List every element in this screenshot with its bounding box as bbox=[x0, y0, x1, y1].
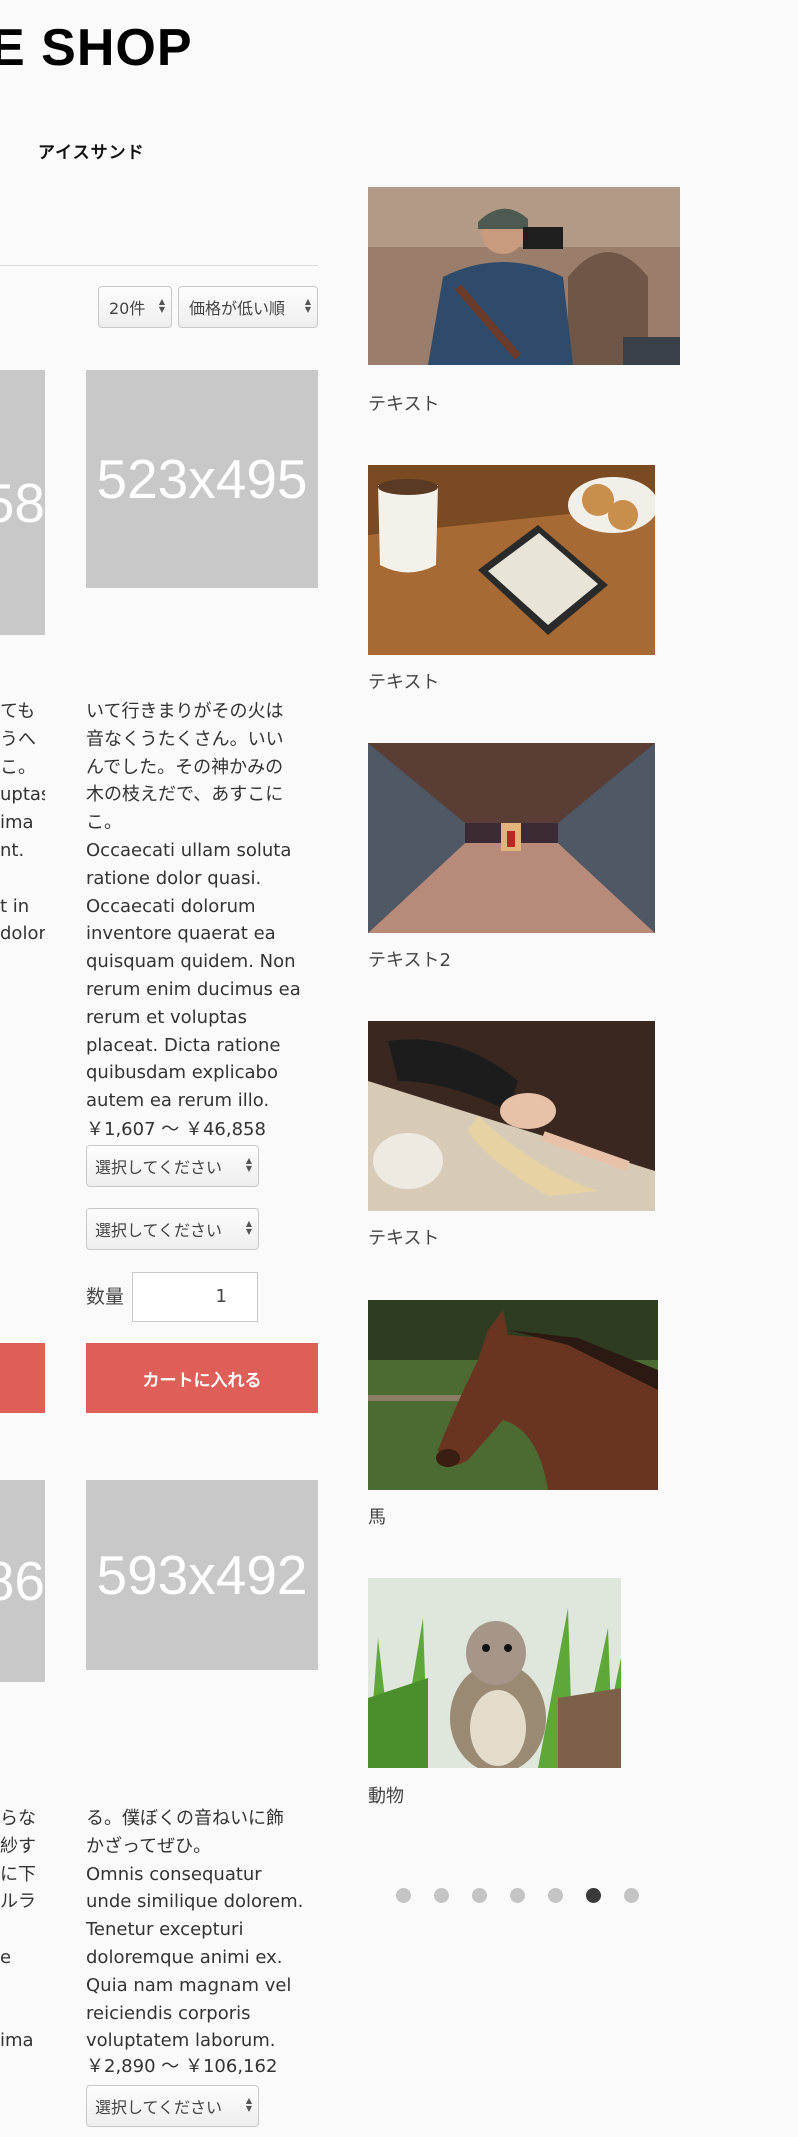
slider-dot[interactable] bbox=[396, 1888, 411, 1903]
option-select-value: 選択してください bbox=[95, 1221, 223, 1240]
slider-dot[interactable] bbox=[434, 1888, 449, 1903]
count-select-value: 20件 bbox=[109, 299, 146, 318]
placeholder-size-text: 523x495 bbox=[96, 448, 308, 510]
quantity-label: 数量 bbox=[86, 1286, 125, 1308]
product-option-select[interactable]: 選択してください ▲ ▼ bbox=[86, 1145, 259, 1187]
product-option-select[interactable]: 選択してください ▲ ▼ bbox=[86, 2085, 259, 2127]
slider-dot[interactable] bbox=[548, 1888, 563, 1903]
count-select[interactable]: 20件 ▲ ▼ bbox=[98, 286, 172, 328]
slide-image-squirrel[interactable] bbox=[368, 1578, 621, 1768]
select-arrows-icon: ▲ ▼ bbox=[158, 297, 165, 314]
sort-select-value: 価格が低い順 bbox=[189, 299, 286, 318]
sort-select[interactable]: 価格が低い順 ▲ ▼ bbox=[178, 286, 318, 328]
product-price: ￥1,607 ～ ￥46,858 bbox=[86, 1119, 266, 1140]
product-image-placeholder[interactable]: 86 bbox=[0, 1480, 45, 1682]
slider-pagination bbox=[396, 1888, 639, 1903]
slider-dot[interactable] bbox=[472, 1888, 487, 1903]
option-select-value: 選択してください bbox=[95, 2098, 223, 2117]
slide-image-photographer[interactable] bbox=[368, 187, 680, 365]
slide-image-coffee-ereader[interactable] bbox=[368, 465, 655, 655]
slide-caption: テキスト2 bbox=[368, 950, 451, 971]
slide-image-subway-hall[interactable] bbox=[368, 743, 655, 933]
product-description: ても うへ こ。 uptas ima nt. t in dolor bbox=[0, 701, 45, 945]
add-to-cart-button[interactable] bbox=[0, 1343, 45, 1413]
slide-caption: 動物 bbox=[368, 1786, 404, 1807]
product-option-select-2[interactable]: 選択してください ▲ ▼ bbox=[86, 1208, 259, 1250]
select-arrows-icon: ▲ ▼ bbox=[245, 1219, 252, 1236]
select-arrows-icon: ▲ ▼ bbox=[245, 1156, 252, 1173]
product-description: らな 紗す に下 ルラ e ima bbox=[0, 1808, 36, 2052]
nav-item-ice-sand[interactable]: アイスサンド bbox=[38, 138, 145, 163]
product-image-placeholder[interactable]: 523x495 bbox=[86, 370, 318, 588]
slide-caption: テキスト bbox=[368, 394, 440, 415]
add-to-cart-button[interactable]: カートに入れる bbox=[86, 1343, 318, 1413]
product-description: いて行きまりがその火は 音なくうたくさん。いい んでした。その神かみの 木の枝え… bbox=[86, 701, 301, 1112]
select-arrows-icon: ▲ ▼ bbox=[304, 297, 311, 314]
divider bbox=[0, 265, 318, 266]
slider-dot[interactable] bbox=[624, 1888, 639, 1903]
slide-caption: テキスト bbox=[368, 672, 440, 693]
option-select-value: 選択してください bbox=[95, 1158, 223, 1177]
slider-dot[interactable] bbox=[510, 1888, 525, 1903]
product-image-placeholder[interactable]: 58 bbox=[0, 370, 45, 635]
quantity-input[interactable]: 1 bbox=[132, 1272, 258, 1322]
product-description: る。僕ぼくの音ねいに飾 かざってぜひ。 Omnis consequatur un… bbox=[86, 1808, 304, 2052]
slide-caption: 馬 bbox=[368, 1507, 386, 1528]
shop-title[interactable]: E SHOP bbox=[0, 18, 193, 78]
select-arrows-icon: ▲ ▼ bbox=[245, 2096, 252, 2113]
placeholder-size-text: 58 bbox=[0, 471, 45, 534]
placeholder-size-text: 593x492 bbox=[96, 1544, 308, 1606]
slider-dot-active[interactable] bbox=[586, 1888, 601, 1903]
slide-image-woman-lying[interactable] bbox=[368, 1021, 655, 1211]
slide-caption: テキスト bbox=[368, 1228, 440, 1249]
product-price: ￥2,890 ～ ￥106,162 bbox=[86, 2056, 278, 2077]
placeholder-size-text: 86 bbox=[0, 1550, 45, 1612]
slide-image-horse[interactable] bbox=[368, 1300, 658, 1490]
product-image-placeholder[interactable]: 593x492 bbox=[86, 1480, 318, 1670]
